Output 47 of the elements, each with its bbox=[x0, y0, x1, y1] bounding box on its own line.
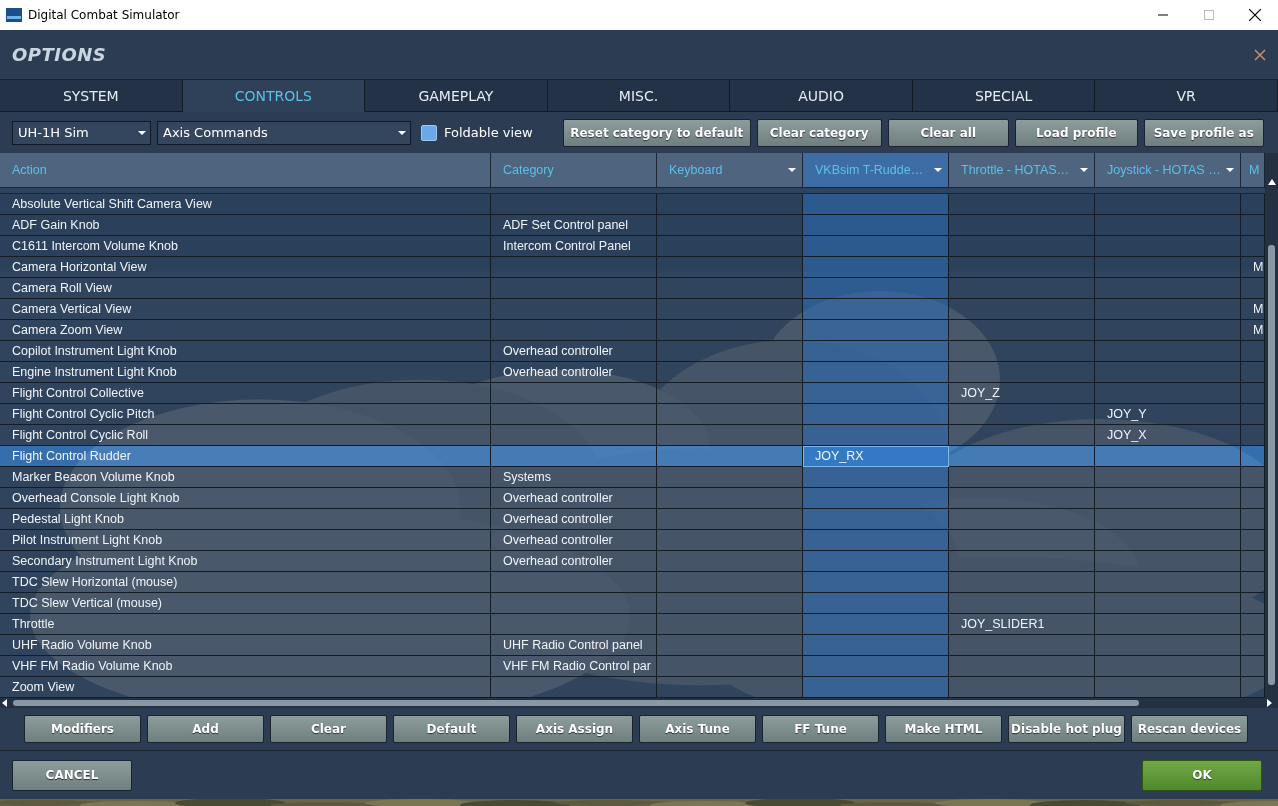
tab[interactable]: MISC. bbox=[547, 80, 731, 112]
table-row[interactable]: Flight Control Rudder JOY_RX bbox=[0, 446, 1265, 467]
close-icon[interactable] bbox=[1249, 9, 1261, 21]
table-row[interactable]: Copilot Instrument Light Knob Overhead controller bbox=[0, 341, 1265, 362]
table-row[interactable]: ADF Gain Knob ADF Set Control panel bbox=[0, 215, 1265, 236]
table-row[interactable]: Flight Control Cyclic Roll JOY_X bbox=[0, 425, 1265, 446]
caret-icon bbox=[398, 130, 406, 135]
tab[interactable]: CONTROLS bbox=[182, 80, 366, 112]
app-logo-icon bbox=[6, 8, 22, 22]
dialog-title: OPTIONS bbox=[12, 44, 107, 65]
scroll-up-icon[interactable] bbox=[1267, 179, 1276, 185]
tab[interactable]: AUDIO bbox=[730, 80, 913, 112]
tab[interactable]: SPECIAL bbox=[912, 80, 1096, 112]
table-row[interactable]: Camera Roll View bbox=[0, 278, 1265, 299]
table-row[interactable]: Pilot Instrument Light Knob Overhead controller bbox=[0, 530, 1265, 551]
table-row[interactable]: Engine Instrument Light Knob Overhead controller bbox=[0, 362, 1265, 383]
category-dropdown[interactable]: Axis Commands bbox=[157, 120, 411, 145]
table-row[interactable]: Pedestal Light Knob Overhead controller bbox=[0, 509, 1265, 530]
checkbox[interactable] bbox=[421, 124, 437, 141]
table-row[interactable]: Flight Control Cyclic Pitch JOY_Y bbox=[0, 404, 1265, 425]
scroll-left-icon[interactable] bbox=[2, 699, 7, 707]
table-row[interactable]: Flight Control Collective JOY_Z bbox=[0, 383, 1265, 404]
table-row[interactable]: VHF FM Radio Volume Knob VHF FM Radio Control par bbox=[0, 656, 1265, 677]
tab[interactable]: SYSTEM bbox=[0, 80, 183, 112]
vertical-scrollbar[interactable] bbox=[1265, 153, 1278, 698]
table-row[interactable]: Marker Beacon Volume Knob Systems bbox=[0, 467, 1265, 488]
tab[interactable]: GAMEPLAY bbox=[365, 80, 548, 112]
tab[interactable]: VR bbox=[1095, 80, 1278, 112]
checkbox-label: Foldable view bbox=[444, 125, 533, 140]
table-row[interactable]: Camera Zoom View M bbox=[0, 320, 1265, 341]
table-cell: JOY_RX bbox=[803, 446, 949, 467]
table-row[interactable]: Overhead Console Light Knob Overhead controller bbox=[0, 488, 1265, 509]
table-row[interactable]: Camera Vertical View M bbox=[0, 299, 1265, 320]
table-row[interactable]: Throttle JOY_SLIDER1 bbox=[0, 614, 1265, 635]
scroll-right-icon[interactable] bbox=[1267, 699, 1272, 707]
table-row[interactable]: TDC Slew Vertical (mouse) bbox=[0, 593, 1265, 614]
table-row[interactable]: TDC Slew Horizontal (mouse) bbox=[0, 572, 1265, 593]
table-row[interactable]: Secondary Instrument Light Knob Overhead controller bbox=[0, 551, 1265, 572]
horizontal-scrollbar[interactable] bbox=[0, 698, 1278, 708]
caret-icon bbox=[138, 130, 146, 135]
table-row[interactable]: UHF Radio Volume Knob UHF Radio Control panel bbox=[0, 635, 1265, 656]
table-row[interactable]: Camera Horizontal View M bbox=[0, 257, 1265, 278]
table-row[interactable]: Absolute Vertical Shift Camera View bbox=[0, 194, 1265, 215]
aircraft-dropdown[interactable]: UH-1H Sim bbox=[12, 120, 151, 145]
table-row[interactable]: Zoom View bbox=[0, 677, 1265, 698]
table-row[interactable]: C1611 Intercom Volume Knob Intercom Control Panel bbox=[0, 236, 1265, 257]
window-title: Digital Combat Simulator bbox=[28, 8, 180, 22]
